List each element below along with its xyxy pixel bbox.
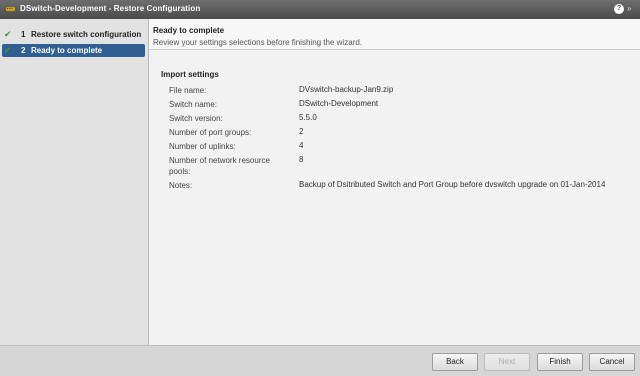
check-icon: ✔ [4, 29, 12, 39]
wizard-window: DSwitch-Development - Restore Configurat… [0, 0, 640, 376]
step-ready-to-complete[interactable]: ✔ 2 Ready to complete [2, 44, 145, 57]
finish-button[interactable]: Finish [537, 353, 583, 371]
wizard-steps-sidebar: ✔ 1 Restore switch configuration ✔ 2 Rea… [0, 19, 149, 345]
setting-label: Switch name: [169, 100, 218, 109]
cancel-button[interactable]: Cancel [589, 353, 635, 371]
setting-value: 4 [299, 141, 304, 150]
setting-label: Number of port groups: [169, 128, 252, 137]
setting-value: DSwitch-Development [299, 99, 379, 108]
setting-label: Number of uplinks: [169, 142, 236, 151]
wizard-footer: Back Next Finish Cancel [0, 345, 640, 376]
setting-value: DVswitch-backup-Jan9.zip [299, 85, 394, 94]
step-label: Ready to complete [31, 46, 103, 55]
wizard-content: Ready to complete Review your settings s… [149, 19, 640, 345]
import-settings-title: Import settings [161, 70, 219, 79]
expand-icon[interactable]: » [627, 3, 631, 15]
setting-label: Switch version: [169, 114, 223, 123]
page-subtitle: Review your settings selections before f… [153, 38, 362, 47]
setting-label: File name: [169, 86, 207, 95]
window-title: DSwitch-Development - Restore Configurat… [20, 4, 201, 13]
step-label: Restore switch configuration [31, 30, 142, 39]
next-button[interactable]: Next [484, 353, 530, 371]
setting-value: 8 [299, 155, 304, 164]
step-number: 1 [21, 30, 26, 39]
check-icon: ✔ [4, 45, 12, 55]
setting-value: 5.5.0 [299, 113, 317, 122]
setting-label: Number of network resource pools: [169, 156, 270, 176]
setting-value: Backup of Dsitributed Switch and Port Gr… [299, 180, 606, 189]
setting-value: 2 [299, 127, 304, 136]
title-bar: DSwitch-Development - Restore Configurat… [0, 0, 640, 19]
step-number: 2 [21, 46, 26, 55]
setting-label: Notes: [169, 181, 193, 190]
distributed-switch-icon [6, 6, 15, 12]
help-icon[interactable]: ? [614, 4, 624, 14]
back-button[interactable]: Back [432, 353, 478, 371]
page-title: Ready to complete [153, 26, 225, 35]
page-header: Ready to complete Review your settings s… [149, 19, 640, 50]
step-restore-switch-configuration[interactable]: ✔ 1 Restore switch configuration [2, 28, 145, 41]
